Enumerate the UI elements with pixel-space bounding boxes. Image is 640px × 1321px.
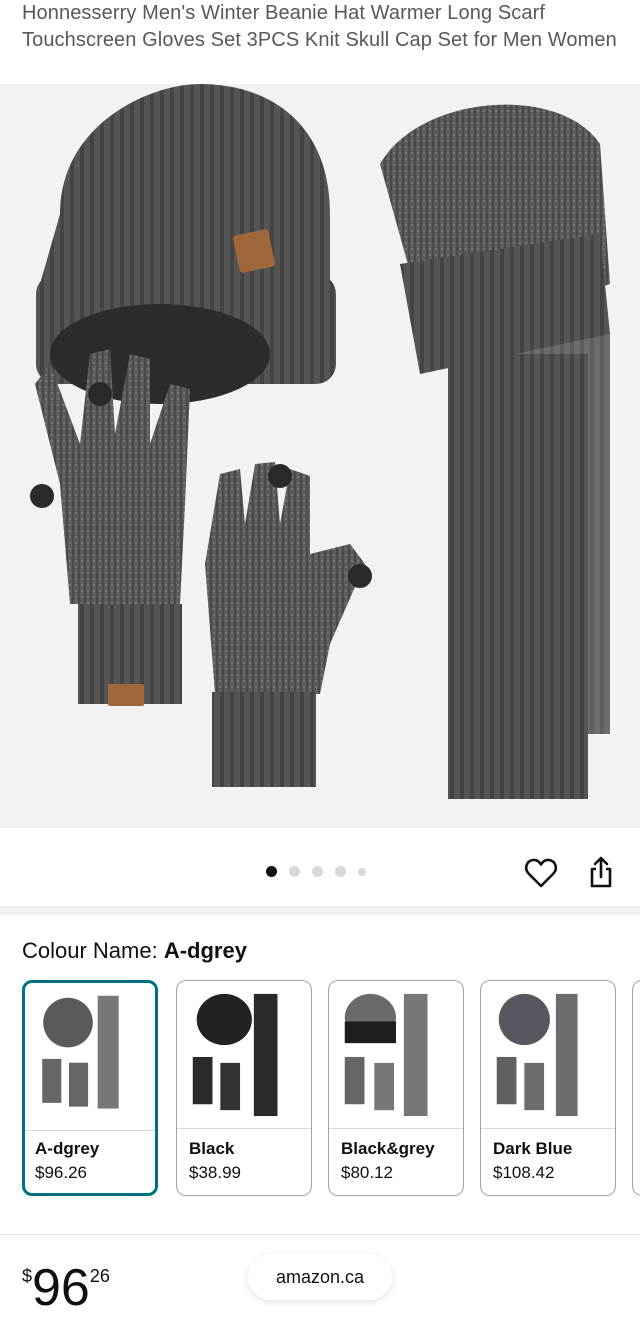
product-image-illustration bbox=[30, 84, 610, 799]
price-whole: 96 bbox=[32, 1259, 90, 1317]
swatch-price: $38.99 bbox=[189, 1163, 241, 1182]
swatch-thumbnail bbox=[496, 993, 578, 1117]
swatch-separator bbox=[329, 1128, 463, 1129]
share-icon[interactable] bbox=[583, 855, 619, 891]
swatch-thumbnail bbox=[192, 993, 278, 1117]
image-pagination-dots[interactable] bbox=[266, 866, 366, 877]
colour-swatch-list[interactable]: A-dgrey $96.26 Black $38.99 Black&grey $… bbox=[22, 980, 640, 1198]
swatch-name: Black bbox=[189, 1139, 235, 1158]
colour-label-prefix: Colour Name: bbox=[22, 938, 164, 963]
footer-divider bbox=[0, 1234, 640, 1235]
product-image[interactable] bbox=[0, 84, 640, 828]
pagination-dot-2[interactable] bbox=[289, 866, 300, 877]
site-url-pill[interactable]: amazon.ca bbox=[248, 1254, 392, 1300]
swatch-separator bbox=[481, 1128, 615, 1129]
swatch-price: $108.42 bbox=[493, 1163, 555, 1182]
current-price: $ 96 26 bbox=[22, 1258, 110, 1318]
colour-selected-value: A-dgrey bbox=[163, 938, 247, 963]
swatch-name: Dark Blue bbox=[493, 1139, 573, 1158]
colour-name-label: Colour Name: A-dgrey bbox=[22, 938, 247, 964]
price-symbol: $ bbox=[22, 1266, 33, 1286]
swatch-price: $80.12 bbox=[341, 1163, 393, 1182]
swatch-name: A-dgrey bbox=[35, 1139, 100, 1158]
heart-icon[interactable] bbox=[523, 855, 559, 891]
pagination-dot-4[interactable] bbox=[335, 866, 346, 877]
pagination-dot-3[interactable] bbox=[312, 866, 323, 877]
section-divider bbox=[0, 906, 640, 915]
product-title: Honnesserry Men's Winter Beanie Hat Warm… bbox=[22, 2, 617, 51]
swatch-black[interactable]: Black $38.99 bbox=[176, 980, 312, 1196]
swatch-separator bbox=[25, 1130, 155, 1131]
pagination-dot-1[interactable] bbox=[266, 866, 277, 877]
swatch-name: Black&grey bbox=[341, 1139, 435, 1158]
swatch-thumbnail bbox=[344, 993, 428, 1117]
swatch-black-and-grey[interactable]: Black&grey $80.12 bbox=[328, 980, 464, 1196]
swatch-price: $96.26 bbox=[35, 1163, 87, 1182]
swatch-dark-blue[interactable]: Dark Blue $108.42 bbox=[480, 980, 616, 1196]
swatch-next-partial[interactable] bbox=[632, 980, 640, 1196]
price-fraction: 26 bbox=[89, 1266, 110, 1286]
pagination-dot-5[interactable] bbox=[358, 867, 366, 876]
swatch-thumbnail bbox=[42, 995, 119, 1109]
swatch-a-dgrey[interactable]: A-dgrey $96.26 bbox=[22, 980, 158, 1196]
swatch-separator bbox=[177, 1128, 311, 1129]
